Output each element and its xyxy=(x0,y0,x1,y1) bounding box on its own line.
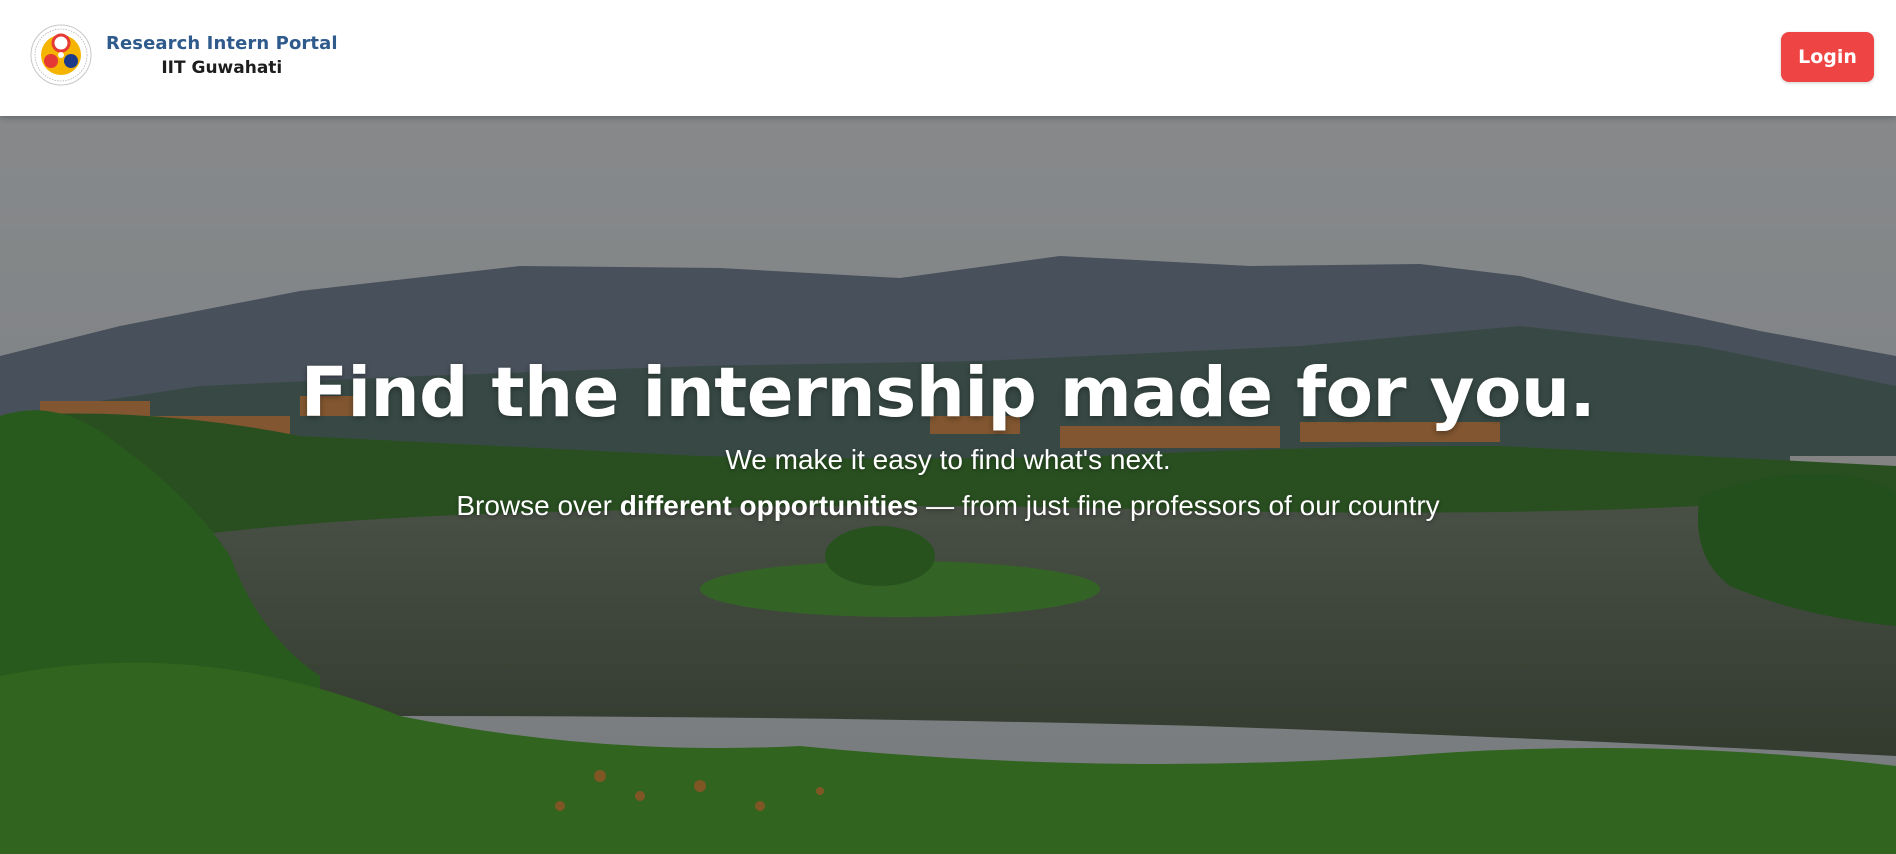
brand-text: Research Intern Portal IIT Guwahati xyxy=(106,33,338,78)
iit-guwahati-emblem-icon xyxy=(30,24,92,86)
top-navbar: Research Intern Portal IIT Guwahati Logi… xyxy=(0,0,1896,116)
brand-subtitle: IIT Guwahati xyxy=(161,57,283,78)
brand[interactable]: Research Intern Portal IIT Guwahati xyxy=(30,22,338,88)
hero-tagline: We make it easy to find what's next. xyxy=(725,443,1171,475)
hero-banner: Find the internship made for you. We mak… xyxy=(0,116,1896,854)
hero-browse-text: Browse over different opportunities — fr… xyxy=(0,488,1896,524)
browse-prefix: Browse over xyxy=(456,490,620,522)
browse-suffix: — from just fine professors of our count… xyxy=(918,490,1440,522)
brand-title: Research Intern Portal xyxy=(106,32,338,54)
browse-highlight: different opportunities xyxy=(619,490,919,522)
login-button[interactable]: Login xyxy=(1781,32,1874,82)
hero-headline: Find the internship made for you. xyxy=(300,353,1596,433)
hero-content: Find the internship made for you. We mak… xyxy=(0,353,1896,525)
